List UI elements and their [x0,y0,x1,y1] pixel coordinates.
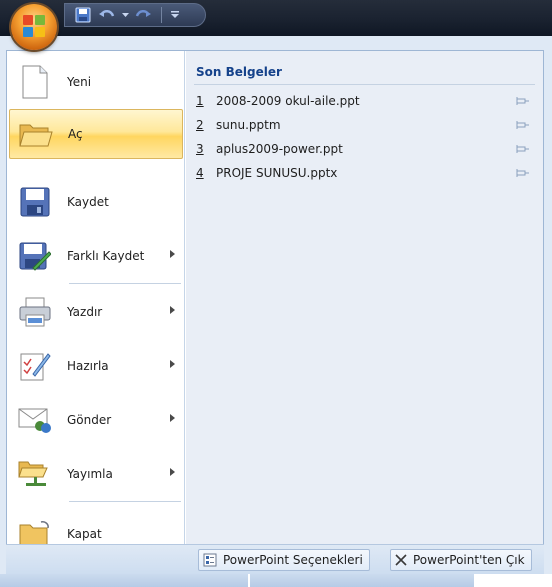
title-bar [0,0,552,36]
pin-icon[interactable] [516,143,530,157]
submenu-arrow-icon [170,250,175,258]
menu-item-label: Yayımla [67,467,113,481]
menu-item-label: Hazırla [67,359,109,373]
recent-file-number: 1 [196,94,204,108]
office-button[interactable] [11,4,57,50]
submenu-arrow-icon [170,360,175,368]
recent-file-name: PROJE SUNUSU.pptx [216,166,338,180]
save-icon[interactable] [73,6,93,24]
exit-label: PowerPoint'ten Çık [413,553,525,567]
printer-icon [17,294,53,330]
options-label: PowerPoint Seçenekleri [223,553,363,567]
customize-qat-icon[interactable] [170,6,180,24]
pin-icon[interactable] [516,119,530,133]
submenu-arrow-icon [170,414,175,422]
quick-access-toolbar [64,3,206,27]
save-as-icon [17,238,53,274]
menu-item-new[interactable]: Yeni [9,57,183,107]
recent-file-name: sunu.pptm [216,118,281,132]
menu-item-label: Aç [68,127,83,141]
menu-item-label: Gönder [67,413,112,427]
send-icon [17,402,53,438]
menu-item-label: Yeni [67,75,92,89]
menu-item-label: Kaydet [67,195,109,209]
menu-separator [69,283,181,284]
pin-icon[interactable] [516,95,530,109]
redo-icon[interactable] [133,6,153,24]
menu-item-save-as[interactable]: Farklı Kaydet [9,231,183,281]
recent-file-item[interactable]: 4 PROJE SUNUSU.pptx [196,163,534,183]
office-menu: Yeni Aç Kaydet Farklı Kaydet Yazdır Hazı… [0,36,552,587]
save-disk-icon [17,184,53,220]
close-x-icon [395,554,407,566]
recent-file-name: aplus2009-power.ppt [216,142,343,156]
open-folder-icon [18,116,54,152]
pin-icon[interactable] [516,167,530,181]
menu-commands: Yeni Aç Kaydet Farklı Kaydet Yazdır Hazı… [7,51,185,579]
menu-item-print[interactable]: Yazdır [9,287,183,337]
status-panel [474,574,552,587]
status-divider [248,574,250,587]
status-bar [0,574,552,587]
recent-file-item[interactable]: 3 aplus2009-power.ppt [196,139,534,159]
menu-item-label: Yazdır [67,305,103,319]
recent-file-number: 3 [196,142,204,156]
submenu-arrow-icon [170,306,175,314]
office-menu-body: Yeni Aç Kaydet Farklı Kaydet Yazdır Hazı… [6,50,544,579]
menu-item-prepare[interactable]: Hazırla [9,341,183,391]
submenu-arrow-icon [170,468,175,476]
recent-file-item[interactable]: 2 sunu.pptm [196,115,534,135]
prepare-icon [17,348,53,384]
menu-separator [69,501,181,502]
menu-item-label: Farklı Kaydet [67,249,145,263]
menu-item-publish[interactable]: Yayımla [9,449,183,499]
recent-separator [194,84,535,85]
menu-item-save[interactable]: Kaydet [9,177,183,227]
menu-item-send[interactable]: Gönder [9,395,183,445]
recent-file-number: 2 [196,118,204,132]
recent-documents-title: Son Belgeler [196,65,282,79]
undo-icon[interactable] [97,6,117,24]
options-icon [203,553,217,567]
powerpoint-options-button[interactable]: PowerPoint Seçenekleri [198,549,370,571]
qat-separator [161,7,162,23]
office-logo-icon [23,15,45,37]
exit-powerpoint-button[interactable]: PowerPoint'ten Çık [390,549,532,571]
office-menu-footer: PowerPoint Seçenekleri PowerPoint'ten Çı… [6,544,544,574]
menu-item-open[interactable]: Aç [9,109,183,159]
recent-documents-pane: Son Belgeler 1 2008-2009 okul-aile.ppt 2… [186,51,543,579]
recent-file-name: 2008-2009 okul-aile.ppt [216,94,360,108]
recent-file-item[interactable]: 1 2008-2009 okul-aile.ppt [196,91,534,111]
undo-dropdown-icon[interactable] [121,6,129,24]
menu-item-label: Kapat [67,527,102,541]
new-document-icon [17,64,53,100]
publish-icon [17,456,53,492]
recent-file-number: 4 [196,166,204,180]
